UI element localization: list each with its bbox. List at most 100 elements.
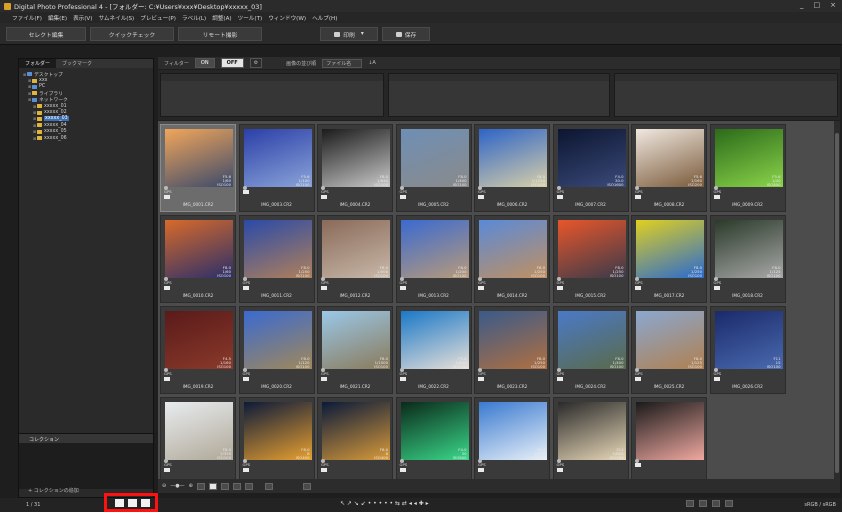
thumbnail-cell[interactable]: F5.6 1/40 ISO800 GPS IMG_0009.CR2 (709, 124, 786, 212)
thumbnail-cell[interactable]: F8.0 8 ISO400 GPS (238, 397, 315, 485)
zoom-out-icon[interactable]: ⊖ (162, 483, 166, 489)
thumbnail-cell[interactable]: F8.0 1/250 ISO100 GPS IMG_0017.CR2 (631, 215, 707, 303)
filter-panel-3[interactable] (614, 73, 838, 117)
tab-folder[interactable]: フォルダー (19, 59, 57, 68)
maximize-button[interactable]: □ (814, 1, 821, 9)
menu-adjust[interactable]: 調整(A) (212, 14, 231, 22)
filter-settings-icon[interactable]: ⚙ (249, 58, 263, 68)
thumbnail-cell[interactable]: F8.0 1/500 ISO100 GPS IMG_0012.CR2 (317, 215, 393, 303)
thumbnail-cell[interactable]: F11 15 ISO100 GPS IMG_0026.CR2 (709, 306, 786, 394)
menu-edit[interactable]: 編集(E) (48, 14, 67, 22)
thumbnail-cell[interactable]: F8.0 1/250 ISO100 GPS IMG_0023.CR2 (474, 306, 550, 394)
filter-panel-2[interactable] (388, 73, 610, 117)
add-collection-button[interactable]: + コレクションの追加 (28, 487, 79, 494)
thumbnail-cell[interactable]: F8.0 1/400 ISO100 GPS IMG_0024.CR2 (552, 306, 629, 394)
thumbnail-cell[interactable]: F5.6 1/160 ISO200 GPS IMG_0008.CR2 (631, 124, 707, 212)
thumbnail-cell[interactable]: F8.0 1/1000 ISO100 GPS IMG_0021.CR2 (317, 306, 393, 394)
quick-check-button[interactable]: クイックチェック (90, 27, 174, 41)
exposure-info: F8.0 1/320 ISO100 (217, 447, 231, 461)
exposure-info: F8.0 1/400 ISO100 (609, 356, 624, 370)
panel-icon-1[interactable] (686, 500, 694, 507)
thumbnail-cell[interactable]: F4.0 30 ISO800 GPS (395, 397, 472, 485)
thumbnail-cell[interactable]: F8.0 1/320 ISO100 GPS (160, 397, 236, 485)
view-list-button[interactable] (232, 482, 241, 490)
menu-help[interactable]: ヘルプ(H) (312, 14, 337, 22)
menu-label[interactable]: ラベル(L) (182, 14, 206, 22)
thumbnail-cell[interactable]: F8.0 1/125 ISO100 GPS IMG_0018.CR2 (709, 215, 786, 303)
photo-thumbnail[interactable] (636, 402, 704, 460)
view-medium-button[interactable] (208, 482, 217, 490)
raw-icon (164, 195, 170, 199)
exposure-info: F8.0 1/400 ISO100 (452, 174, 467, 188)
view-small-button[interactable] (196, 482, 205, 490)
exposure-info: F8.0 1/1250 ISO100 (531, 174, 545, 188)
tree-item-label: ネットワーク (39, 98, 68, 104)
zoom-slider[interactable]: —●— (170, 483, 184, 489)
thumbnail-cell[interactable]: F8.0 1/250 ISO100 GPS IMG_0014.CR2 (474, 215, 550, 303)
thumbnail-cell[interactable]: F8.0 1/1250 ISO100 GPS IMG_0006.CR2 (474, 124, 550, 212)
folder-icon (37, 110, 42, 115)
thumbnail-cell[interactable]: F8.0 1/250 ISO100 GPS IMG_0011.CR2 (238, 215, 315, 303)
grid-scrollbar[interactable] (834, 121, 840, 479)
badges: GPS (478, 189, 486, 199)
thumbnail-cell[interactable]: F8.0 1/200 ISO100 GPS IMG_0013.CR2 (395, 215, 472, 303)
thumbnail-cell[interactable]: F5.6 1/60 ISO100 GPS IMG_0001.CR2 (160, 124, 236, 212)
print-button[interactable]: 印刷 ▾ (320, 27, 378, 41)
panel-icon-3[interactable] (712, 500, 720, 507)
close-button[interactable]: × (830, 1, 836, 9)
tab-bookmark[interactable]: ブックマーク (56, 59, 98, 68)
menu-window[interactable]: ウィンドウ(W) (268, 14, 306, 22)
gps-icon: GPS (713, 371, 722, 376)
remote-shooting-button[interactable]: リモート撮影 (178, 27, 262, 41)
tree-item[interactable]: ⊞ xxxxx_06 (23, 135, 149, 141)
menu-tools[interactable]: ツール(T) (238, 14, 263, 22)
rating-navigation[interactable]: ↖ ↗ ↘ ↙ • • • • • ⇆ ⇄ ◂ ◂ ✚ ▸ (340, 500, 429, 507)
camera-icon[interactable] (725, 500, 733, 507)
filter-panel-1[interactable] (160, 73, 384, 117)
view-detail-button[interactable] (244, 482, 253, 490)
save-icon (395, 31, 402, 37)
thumbnail-cell[interactable] (631, 397, 707, 485)
view-compare-button[interactable] (264, 482, 273, 490)
thumbnail-cell[interactable]: F8.0 1/250 ISO100 GPS (474, 397, 550, 485)
menu-file[interactable]: ファイル(F) (12, 14, 42, 22)
menu-view[interactable]: 表示(V) (73, 14, 92, 22)
thumbnail-cell[interactable]: F8.0 1/60 ISO100 GPS IMG_0010.CR2 (160, 215, 236, 303)
thumbnail-cell[interactable]: F5.6 1/640 ISO100 GPS IMG_0022.CR2 (395, 306, 472, 394)
thumbnail-cell[interactable]: F8.0 1/125 ISO100 GPS IMG_0025.CR2 (631, 306, 707, 394)
panel-icon-2[interactable] (699, 500, 707, 507)
tree-item-label: PC (39, 84, 46, 90)
sort-dropdown[interactable]: ファイル名 (322, 58, 363, 68)
thumbnail-cell[interactable]: F8.0 8 ISO400 GPS (317, 397, 393, 485)
raw-icon (556, 468, 563, 472)
sort-order-icon[interactable]: ↓A (368, 60, 376, 66)
thumbnail-cell[interactable]: F8.0 1/640 ISO100 GPS IMG_0004.CR2 (317, 124, 393, 212)
badges: GPS (478, 280, 486, 290)
gps-icon: GPS (164, 280, 172, 285)
save-label: 保存 (404, 32, 417, 39)
thumbnail-cell[interactable]: F11 1/800 ISO100 GPS (552, 397, 629, 485)
zoom-in-icon[interactable]: ⊕ (189, 483, 193, 489)
badges: GPS (713, 280, 721, 290)
tree-item-label: xxxxx_02 (44, 110, 67, 116)
raw-icon (164, 286, 170, 290)
thumbnail-cell[interactable]: F8.0 1/250 ISO100 GPS IMG_0015.CR2 (552, 215, 629, 303)
thumbnail-cell[interactable]: F8.0 1/400 ISO100 GPS IMG_0005.CR2 (395, 124, 472, 212)
select-edit-button[interactable]: セレクト編集 (6, 27, 86, 41)
thumbnail-cell[interactable]: F4.0 30.0 ISO1600 GPS IMG_0007.CR2 (552, 124, 629, 212)
menu-thumbnail[interactable]: サムネイル(S) (98, 14, 134, 22)
thumbnail-cell[interactable]: F4.5 1/160 ISO100 GPS IMG_0019.CR2 (160, 306, 236, 394)
filter-on-button[interactable]: ON (194, 58, 215, 68)
thumbnail-cell[interactable]: F8.0 1/120 ISO100 GPS IMG_0020.CR2 (238, 306, 315, 394)
view-grid-toggle-button[interactable] (302, 482, 311, 490)
view-large-button[interactable] (220, 482, 229, 490)
menu-preview[interactable]: プレビュー(P) (140, 14, 176, 22)
gps-icon: GPS (556, 280, 565, 285)
save-button[interactable]: 保存 (382, 27, 430, 41)
scrollbar-thumb[interactable] (835, 133, 839, 473)
minimize-button[interactable]: _ (800, 1, 804, 9)
collection-list (19, 443, 153, 489)
thumbnail-cell[interactable]: F5.6 1/100 ISO100 IMG_0003.CR2 (238, 124, 315, 212)
exposure-info: F5.6 1/160 ISO200 (688, 174, 702, 188)
filter-off-button[interactable]: OFF (220, 58, 244, 68)
